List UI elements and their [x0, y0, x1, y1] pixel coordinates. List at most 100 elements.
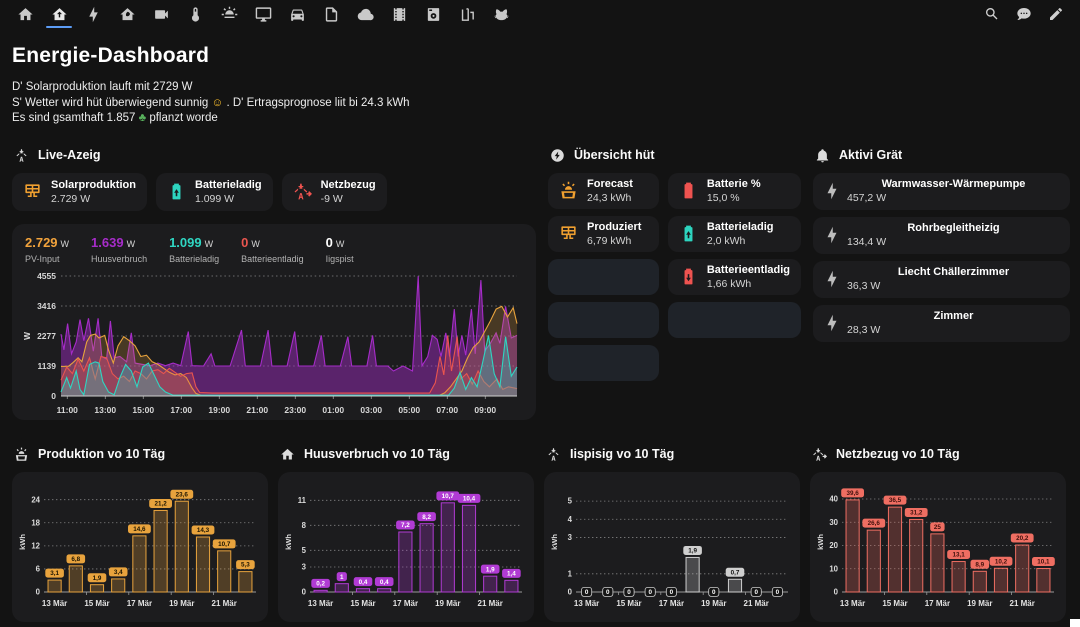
card-forecast[interactable]: Forecast24,3 kWh	[548, 173, 659, 209]
nav-tab-car[interactable]	[280, 0, 314, 28]
svg-text:0: 0	[648, 589, 652, 596]
svg-text:0: 0	[834, 587, 839, 596]
card-text: Warmwasser-Wärmepumpe457,2 W	[847, 178, 1060, 204]
bottom-chart-iispisig: Iispisig vo 10 Täg01345kWh13 Mär15 Mär17…	[544, 446, 800, 622]
bar-huusverbruch-16-m-r	[378, 588, 391, 591]
live-line-chart[interactable]: 01139227734164555W11:0013:0015:0017:0019…	[21, 268, 527, 418]
empty-card[interactable]	[548, 345, 659, 381]
nav-tab-home[interactable]	[8, 0, 42, 28]
card-batterie[interactable]: Batterie %15,0 %	[668, 173, 801, 209]
stat-unit: W	[127, 239, 136, 249]
nav-tab-note[interactable]	[314, 0, 348, 28]
empty-card[interactable]	[548, 302, 659, 338]
edit-button[interactable]	[1040, 0, 1072, 28]
card-value: 1,66 kWh	[707, 278, 790, 290]
svg-text:0: 0	[670, 589, 674, 596]
nav-tab-home-leaf[interactable]	[110, 0, 144, 28]
stat-value-row: 1.639W	[91, 234, 147, 252]
card-netzbezug[interactable]: Netzbezug-9 W	[282, 173, 387, 211]
stat-value: 2.729	[25, 235, 58, 250]
svg-text:1: 1	[568, 569, 573, 578]
svg-text:0,4: 0,4	[380, 578, 389, 585]
nav-tab-film[interactable]	[382, 0, 416, 28]
card-value: 24,3 kWh	[587, 192, 633, 204]
nav-tab-thermometer[interactable]	[178, 0, 212, 28]
card-rohrbegleitheizig[interactable]: Rohrbegleitheizig134,4 W	[813, 217, 1070, 254]
card-produziert[interactable]: Produziert6,79 kWh	[548, 216, 659, 252]
card-batterieentladig[interactable]: Batterieentladig1,66 kWh	[668, 259, 801, 295]
produktion-chart-card[interactable]: 06121824kWh13 Mär15 Mär17 Mär19 Mär21 Mä…	[12, 472, 268, 622]
bar-huusverbruch-19-m-r	[441, 502, 454, 591]
svg-text:kWh: kWh	[18, 533, 27, 549]
card-liecht-ch-llerzimmer[interactable]: Liecht Chällerzimmer36,3 W	[813, 261, 1070, 298]
stat-value: 1.099	[169, 235, 202, 250]
tower-arrow-icon	[293, 182, 312, 201]
bar-netzbezug-13-m-r	[846, 499, 859, 591]
svg-text:11:00: 11:00	[57, 405, 79, 415]
svg-text:23:00: 23:00	[284, 405, 306, 415]
flash-icon	[823, 182, 841, 200]
nav-tab-appliance[interactable]	[416, 0, 450, 28]
bottom-right-white-box	[1070, 619, 1080, 627]
bar-netzbezug-18-m-r	[952, 561, 965, 591]
stat-value-row: 1.099W	[169, 234, 219, 252]
flash-circle-icon	[550, 148, 565, 163]
nav-tab-flash[interactable]	[76, 0, 110, 28]
nav-tab-camera[interactable]	[144, 0, 178, 28]
home-icon	[17, 6, 34, 23]
svg-text:10: 10	[829, 564, 838, 573]
magnify-icon	[984, 6, 1000, 22]
card-text: Liecht Chällerzimmer36,3 W	[847, 266, 1060, 292]
section-header-huusverbruch: Huusverbruch vo 10 Täg	[280, 446, 534, 463]
svg-text:3,4: 3,4	[114, 569, 123, 576]
netzbezug-chart-card[interactable]: 010203040kWh13 Mär15 Mär17 Mär19 Mär21 M…	[810, 472, 1066, 622]
monitor-icon	[255, 6, 272, 23]
svg-text:3: 3	[568, 533, 573, 542]
svg-text:19 Mär: 19 Mär	[701, 599, 726, 608]
sun-panel-icon	[559, 181, 578, 200]
svg-text:05:00: 05:00	[398, 405, 420, 415]
assist-button[interactable]	[1008, 0, 1040, 28]
card-batterieladig[interactable]: Batterieladig2,0 kWh	[668, 216, 801, 252]
solar-panel-icon	[559, 224, 578, 243]
search-button[interactable]	[976, 0, 1008, 28]
stat-unit: W	[251, 239, 260, 249]
nav-tab-door[interactable]	[450, 0, 484, 28]
empty-card[interactable]	[548, 259, 659, 295]
stat-iigspist: 0WIigspist	[326, 234, 354, 264]
huusverbruch-chart-card[interactable]: 035811kWh13 Mär15 Mär17 Mär19 Mär21 Mär0…	[278, 472, 534, 622]
svg-text:0: 0	[36, 587, 41, 596]
stat-unit: W	[61, 239, 70, 249]
iispisig-chart-card[interactable]: 01345kWh13 Mär15 Mär17 Mär19 Mär21 Mär00…	[544, 472, 800, 622]
stat-label: Iigspist	[326, 254, 354, 264]
svg-text:17 Mär: 17 Mär	[127, 599, 152, 608]
stat-label: Batterieentladig	[241, 254, 304, 264]
bar-huusverbruch-20-m-r	[462, 505, 475, 592]
bottom-chart-huusverbruch: Huusverbruch vo 10 Täg 035811kWh13 Mär15 …	[278, 446, 534, 622]
svg-text:0: 0	[51, 391, 56, 401]
bottom-chart-netzbezug: Netzbezug vo 10 Täg010203040kWh13 Mär15 …	[810, 446, 1066, 622]
card-batterieladig[interactable]: Batterieladig1.099 W	[156, 173, 273, 211]
svg-text:1,9: 1,9	[93, 574, 102, 581]
card-title: Solarproduktion	[51, 179, 136, 192]
card-solarproduktion[interactable]: Solarproduktion2.729 W	[12, 173, 147, 211]
tree-emoji: ♣	[139, 112, 147, 124]
nav-tab-monitor[interactable]	[246, 0, 280, 28]
card-warmwasser-w-rmepumpe[interactable]: Warmwasser-Wärmepumpe457,2 W	[813, 173, 1070, 210]
nav-tab-cloud[interactable]	[348, 0, 382, 28]
bar-produktion-13-m-r	[48, 580, 61, 592]
svg-text:01:00: 01:00	[322, 405, 344, 415]
nav-tab-home-energy[interactable]	[42, 0, 76, 28]
svg-text:0,4: 0,4	[359, 578, 368, 585]
svg-text:15 Mär: 15 Mär	[882, 599, 907, 608]
bar-produktion-18-m-r	[154, 510, 167, 592]
nav-tab-weather[interactable]	[212, 0, 246, 28]
empty-card[interactable]	[668, 302, 801, 338]
live-history-chart-card[interactable]: 2.729WPV-Input1.639WHuusverbruch1.099WBa…	[12, 224, 536, 420]
svg-text:kWh: kWh	[284, 533, 293, 549]
nav-tab-cat[interactable]	[484, 0, 518, 28]
bar-netzbezug-16-m-r	[910, 519, 923, 592]
card-value: 2,0 kWh	[707, 235, 774, 247]
card-zimmer[interactable]: Zimmer28,3 W	[813, 305, 1070, 342]
svg-text:19 Mär: 19 Mär	[169, 599, 194, 608]
